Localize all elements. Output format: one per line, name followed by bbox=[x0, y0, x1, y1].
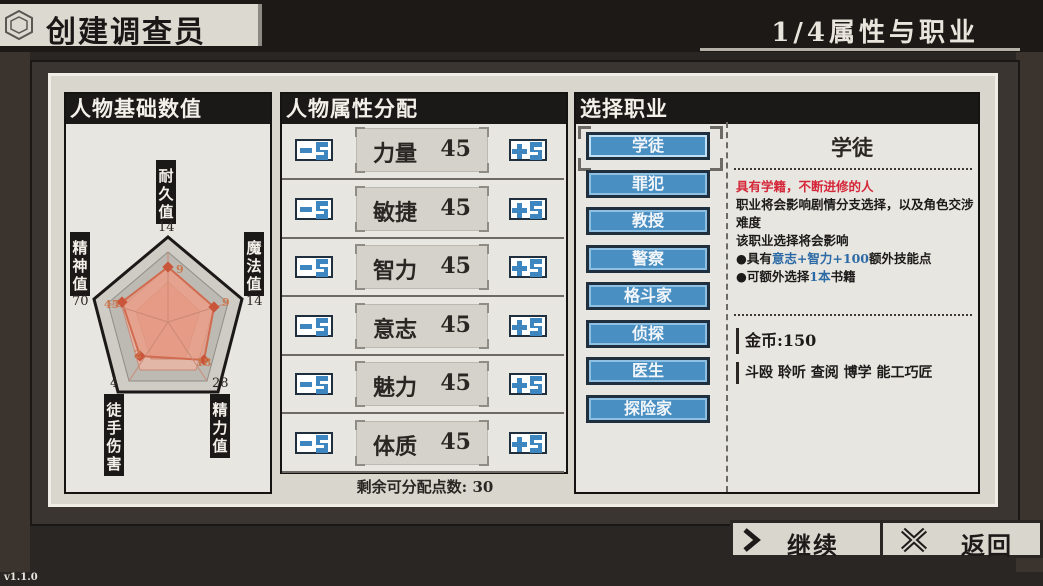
chevron-right-icon bbox=[743, 528, 761, 552]
back-button[interactable]: 返回 bbox=[880, 520, 1043, 560]
vertex-label-magic: 魔法值 bbox=[244, 232, 264, 296]
attribute-row: 智力 45 bbox=[282, 239, 564, 297]
attribute-row: 意志 45 bbox=[282, 298, 564, 356]
remaining-points-label: 剩余可分配点数: bbox=[356, 478, 468, 496]
back-label: 返回 bbox=[961, 531, 1013, 560]
attributes-heading: 人物属性分配 bbox=[282, 94, 566, 124]
plus-icon[interactable] bbox=[508, 136, 548, 164]
attribute-value: 45 bbox=[440, 311, 471, 338]
minus-icon[interactable] bbox=[294, 312, 334, 340]
minus-icon[interactable] bbox=[294, 429, 334, 457]
radar-value-unarmed: 2 bbox=[134, 348, 142, 361]
vertex-value-sanity: 70 bbox=[72, 294, 89, 309]
stats-radar-chart bbox=[92, 235, 244, 394]
desc-divider-top bbox=[734, 168, 972, 170]
vertex-label-sanity: 精神值 bbox=[70, 232, 90, 296]
class-description: 具有学籍，不断进修的人 职业将会影响剧情分支选择，以及角色交涉难度 该职业选择将… bbox=[736, 178, 974, 286]
vertex-label-energy: 精力值 bbox=[210, 394, 230, 458]
page-title: 创建调查员 bbox=[46, 15, 206, 50]
attribute-name: 敏捷 bbox=[373, 199, 418, 226]
attribute-box: 智力 45 bbox=[355, 244, 489, 290]
selection-corner bbox=[710, 158, 723, 171]
class-skills: 斗殴 聆听 查阅 博学 能工巧匠 bbox=[736, 362, 972, 384]
emblem-icon bbox=[5, 10, 33, 40]
vertex-value-energy: 28 bbox=[212, 376, 229, 391]
attribute-name: 意志 bbox=[373, 316, 418, 343]
step-indicator: 1/4属性与职业 bbox=[771, 18, 979, 48]
radar-value-magic: 9 bbox=[222, 296, 230, 309]
minus-icon[interactable] bbox=[294, 253, 334, 281]
attribute-row: 魅力 45 bbox=[282, 356, 564, 414]
continue-label: 继续 bbox=[787, 531, 839, 560]
attribute-value: 45 bbox=[440, 194, 471, 221]
vertex-value-durability: 14 bbox=[158, 220, 175, 235]
class-tagline: 具有学籍，不断进修的人 bbox=[736, 179, 874, 194]
remaining-points: 剩余可分配点数: 30 bbox=[280, 476, 570, 497]
plus-icon[interactable] bbox=[508, 370, 548, 398]
class-button[interactable]: 教授 bbox=[586, 207, 710, 235]
attribute-name: 力量 bbox=[373, 141, 418, 167]
class-button[interactable]: 探险家 bbox=[586, 394, 710, 423]
class-bonus-1: ●具有意志+智力+100额外技能点 bbox=[736, 251, 932, 266]
minus-icon[interactable] bbox=[294, 370, 334, 398]
attribute-value: 45 bbox=[440, 253, 471, 279]
version-label: v1.1.0 bbox=[4, 572, 38, 583]
step-underline bbox=[700, 48, 1020, 51]
vertex-label-durability: 耐久值 bbox=[156, 160, 176, 224]
attribute-box: 体质 45 bbox=[355, 419, 489, 466]
background-shelf-left bbox=[0, 52, 30, 572]
attribute-row: 敏捷 45 bbox=[282, 181, 564, 239]
attribute-value: 45 bbox=[440, 428, 471, 455]
plus-icon[interactable] bbox=[508, 429, 548, 457]
vertex-label-unarmed: 徒手伤害 bbox=[104, 394, 124, 476]
minus-icon[interactable] bbox=[294, 195, 334, 223]
class-desc-line2: 该职业选择将会影响 bbox=[736, 233, 849, 248]
radar-value-durability: 9 bbox=[176, 263, 184, 276]
plus-icon[interactable] bbox=[508, 253, 548, 281]
radar-value-energy: 18 bbox=[196, 356, 212, 369]
class-button[interactable]: 医生 bbox=[586, 357, 710, 385]
attribute-value: 45 bbox=[440, 370, 471, 396]
attribute-name: 体质 bbox=[373, 433, 418, 460]
class-resources: 金币:150 斗殴 聆听 查阅 博学 能工巧匠 bbox=[736, 328, 972, 384]
class-button[interactable]: 侦探 bbox=[586, 319, 710, 348]
continue-button[interactable]: 继续 bbox=[730, 520, 890, 560]
attribute-row: 体质 45 bbox=[282, 415, 564, 473]
radar-value-sanity: 45 bbox=[104, 298, 120, 311]
background-shelf-right bbox=[1016, 52, 1043, 572]
attribute-name: 魅力 bbox=[373, 375, 418, 401]
attribute-box: 力量 45 bbox=[355, 127, 489, 173]
plus-icon[interactable] bbox=[508, 312, 548, 340]
selected-class-title: 学徒 bbox=[831, 135, 873, 160]
close-icon bbox=[900, 527, 928, 553]
class-button[interactable]: 警察 bbox=[586, 244, 710, 273]
attribute-value: 45 bbox=[440, 136, 471, 162]
class-gold: 金币:150 bbox=[736, 328, 972, 354]
class-bonus-2: ●可额外选择1本书籍 bbox=[736, 269, 856, 284]
profession-heading: 选择职业 bbox=[576, 94, 978, 124]
attribute-box: 意志 45 bbox=[355, 302, 489, 349]
desc-divider-bottom bbox=[734, 314, 972, 316]
minus-icon[interactable] bbox=[294, 136, 334, 164]
profession-divider bbox=[726, 122, 728, 492]
title-plate: 创建调查员 bbox=[0, 4, 262, 50]
class-button[interactable]: 罪犯 bbox=[586, 169, 710, 198]
vertex-value-unarmed: 4 bbox=[110, 376, 119, 391]
plus-icon[interactable] bbox=[508, 195, 548, 223]
class-desc-line1: 职业将会影响剧情分支选择，以及角色交涉难度 bbox=[736, 197, 974, 230]
remaining-points-value: 30 bbox=[472, 478, 494, 496]
top-bar: 创建调查员 1/4属性与职业 bbox=[0, 0, 1043, 52]
attribute-box: 魅力 45 bbox=[355, 361, 489, 407]
class-button[interactable]: 学徒 bbox=[586, 132, 710, 160]
vertex-value-magic: 14 bbox=[246, 294, 263, 309]
attribute-name: 智力 bbox=[373, 258, 418, 284]
selection-corner bbox=[710, 126, 723, 139]
attribute-box: 敏捷 45 bbox=[355, 185, 489, 232]
attribute-row: 力量 45 bbox=[282, 122, 564, 180]
class-button[interactable]: 格斗家 bbox=[586, 282, 710, 310]
